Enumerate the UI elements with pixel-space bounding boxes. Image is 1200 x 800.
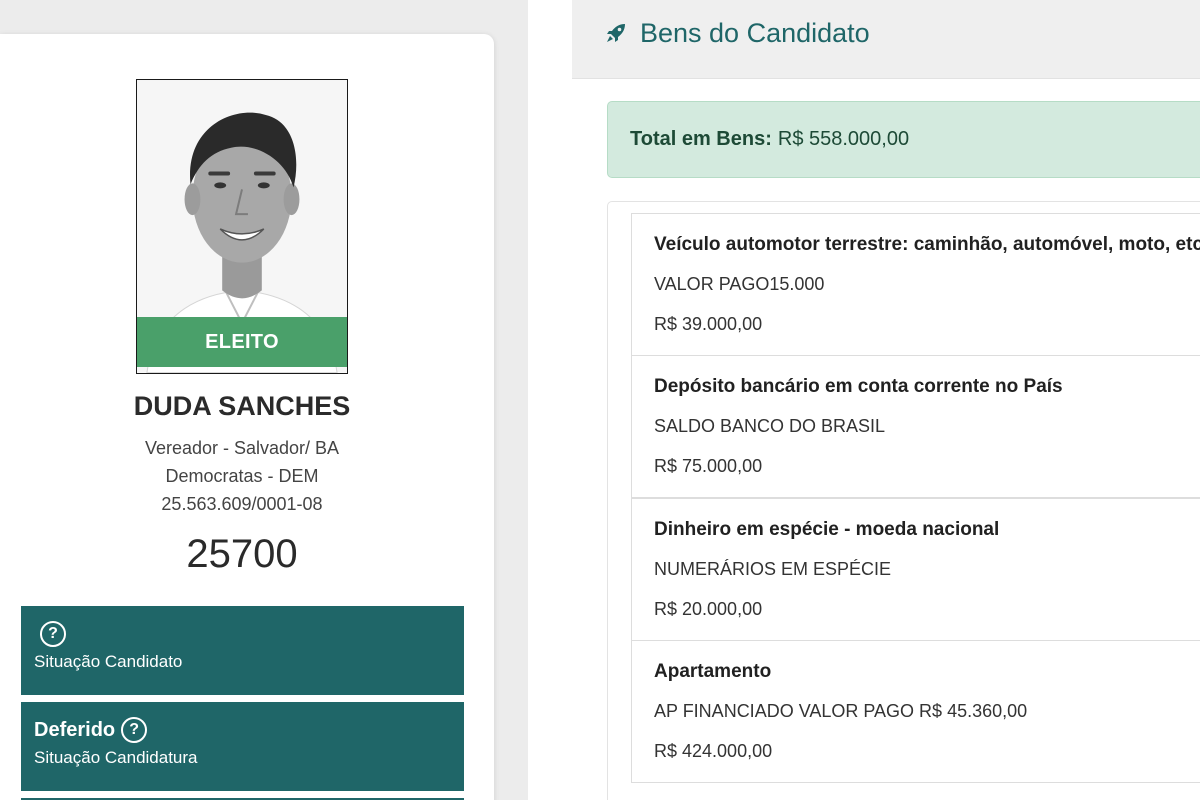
total-assets-value: R$ 558.000,00 bbox=[777, 128, 910, 150]
help-circle-icon[interactable]: ? bbox=[40, 621, 66, 647]
asset-value: R$ 75.000,00 bbox=[654, 456, 763, 476]
elected-status-badge: ELEITO bbox=[137, 317, 347, 367]
candidate-profile-card: ELEITO DUDA SANCHES Vereador - Salvador/… bbox=[0, 34, 494, 800]
asset-value: R$ 424.000,00 bbox=[654, 741, 773, 761]
rocket-icon bbox=[607, 24, 625, 42]
asset-value: R$ 20.000,00 bbox=[654, 599, 763, 619]
asset-value: R$ 39.000,00 bbox=[654, 314, 763, 334]
candidate-office: Vereador - Salvador/ BA bbox=[144, 438, 340, 458]
candidate-party: Democratas - DEM bbox=[165, 466, 319, 486]
asset-description: VALOR PAGO15.000 bbox=[654, 274, 825, 294]
candidate-name: DUDA SANCHES bbox=[133, 391, 351, 421]
candidacy-situation-value: Deferido bbox=[34, 718, 116, 741]
help-circle-icon[interactable]: ? bbox=[121, 717, 148, 743]
total-assets-alert: Total em Bens: R$ 558.000,00 bbox=[607, 101, 1200, 178]
asset-title: Apartamento bbox=[654, 661, 772, 682]
asset-description: SALDO BANCO DO BRASIL bbox=[654, 416, 886, 436]
candidate-number: 25700 bbox=[186, 532, 298, 576]
candidate-cnpj: 25.563.609/0001-08 bbox=[161, 494, 323, 514]
asset-title: Depósito bancário em conta corrente no P… bbox=[654, 376, 1063, 397]
asset-list-item: Dinheiro em espécie - moeda nacional NUM… bbox=[631, 498, 1200, 641]
assets-panel: Bens do Candidato Total em Bens: R$ 558.… bbox=[528, 0, 1200, 800]
candidacy-situation-label: Situação Candidatura bbox=[34, 748, 198, 767]
asset-title: Dinheiro em espécie - moeda nacional bbox=[654, 519, 1000, 540]
candidacy-situation-box: Deferido ? Situação Candidatura bbox=[21, 702, 464, 791]
asset-list-item: Depósito bancário em conta corrente no P… bbox=[631, 355, 1200, 498]
total-assets-label: Total em Bens: bbox=[630, 128, 772, 150]
assets-panel-title: Bens do Candidato bbox=[640, 17, 870, 48]
candidate-situation-label: Situação Candidato bbox=[34, 652, 183, 671]
asset-title: Veículo automotor terrestre: caminhão, a… bbox=[654, 234, 1200, 255]
assets-panel-header: Bens do Candidato bbox=[572, 0, 1200, 79]
asset-list-item: Apartamento AP FINANCIADO VALOR PAGO R$ … bbox=[631, 640, 1200, 783]
candidate-situation-box: ? Situação Candidato bbox=[21, 606, 464, 695]
asset-description: NUMERÁRIOS EM ESPÉCIE bbox=[654, 559, 892, 579]
asset-list-item: Veículo automotor terrestre: caminhão, a… bbox=[631, 213, 1200, 356]
asset-description: AP FINANCIADO VALOR PAGO R$ 45.360,00 bbox=[654, 701, 1028, 721]
